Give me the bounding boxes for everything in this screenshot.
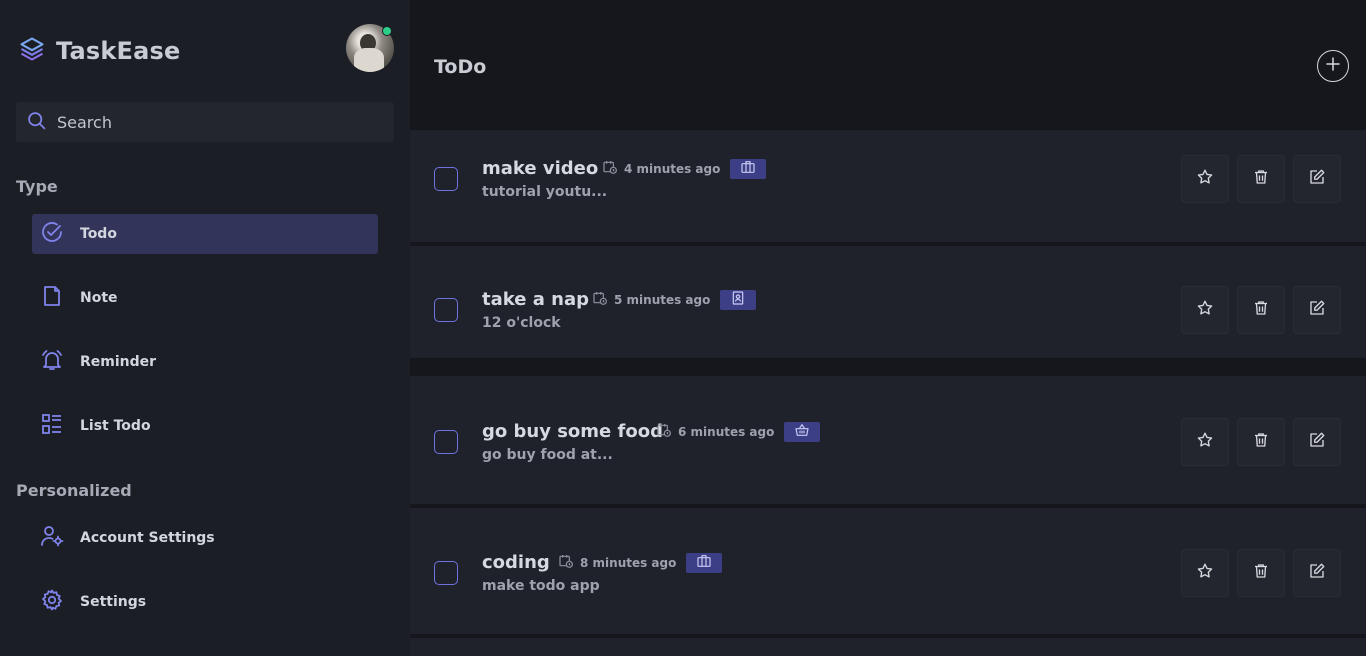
todo-item[interactable]: go buy some food 6 minutes ago go buy fo… bbox=[410, 376, 1366, 506]
todo-item[interactable]: make video 4 minutes ago tutorial youtu.… bbox=[410, 130, 1366, 244]
favorite-button[interactable] bbox=[1181, 286, 1229, 334]
calendar-clock-icon bbox=[602, 159, 618, 179]
todo-item[interactable]: take a nap 5 minutes ago 12 o'clock bbox=[410, 246, 1366, 360]
sidebar-item-todo[interactable]: Todo bbox=[32, 214, 378, 254]
todo-time: 6 minutes ago bbox=[678, 425, 775, 439]
todo-checkbox[interactable] bbox=[434, 430, 458, 454]
sidebar-item-label: Reminder bbox=[80, 354, 157, 370]
briefcase-icon bbox=[696, 553, 712, 573]
briefcase-icon bbox=[740, 159, 756, 179]
todo-description: tutorial youtu... bbox=[482, 184, 608, 200]
stack-layers-icon bbox=[18, 35, 46, 67]
sidebar-item-label: Settings bbox=[80, 594, 147, 610]
todo-checkbox[interactable] bbox=[434, 298, 458, 322]
plus-icon bbox=[1324, 55, 1342, 77]
todo-tag bbox=[730, 159, 767, 179]
todo-tag bbox=[784, 422, 821, 442]
sidebar-item-note[interactable]: Note bbox=[32, 278, 378, 318]
edit-button[interactable] bbox=[1293, 155, 1341, 203]
contact-book-icon bbox=[730, 290, 746, 310]
sidebar: TaskEase Type Todo bbox=[0, 0, 410, 656]
check-circle-icon bbox=[40, 220, 64, 248]
todo-title: take a nap bbox=[482, 289, 589, 310]
app-root: TaskEase Type Todo bbox=[0, 0, 1366, 656]
todo-title: go buy some food bbox=[482, 421, 663, 442]
note-icon bbox=[40, 284, 64, 312]
gear-icon bbox=[40, 588, 64, 616]
section-title-personalized: Personalized bbox=[16, 481, 132, 500]
page-title: ToDo bbox=[434, 56, 487, 78]
delete-button[interactable] bbox=[1237, 549, 1285, 597]
search-input[interactable] bbox=[57, 112, 357, 132]
todo-item-partial bbox=[410, 638, 1366, 656]
sidebar-item-label: List Todo bbox=[80, 418, 151, 434]
delete-button[interactable] bbox=[1237, 155, 1285, 203]
sidebar-item-account-settings[interactable]: Account Settings bbox=[32, 518, 378, 558]
todo-meta: 4 minutes ago bbox=[602, 159, 767, 179]
edit-button[interactable] bbox=[1293, 286, 1341, 334]
todo-item[interactable]: coding 8 minutes ago make todo app bbox=[410, 508, 1366, 636]
header: ToDo bbox=[410, 0, 1366, 130]
sidebar-item-settings[interactable]: Settings bbox=[32, 582, 378, 622]
todo-meta: 5 minutes ago bbox=[592, 290, 757, 310]
bell-icon bbox=[40, 348, 64, 376]
favorite-button[interactable] bbox=[1181, 155, 1229, 203]
list-icon bbox=[40, 412, 64, 440]
add-todo-button[interactable] bbox=[1317, 50, 1349, 82]
star-icon bbox=[1196, 168, 1214, 190]
todo-description: go buy food at... bbox=[482, 447, 613, 463]
star-icon bbox=[1196, 299, 1214, 321]
sidebar-item-list-todo[interactable]: List Todo bbox=[32, 406, 378, 446]
main-panel: ToDo make video 4 minutes ago tutorial y… bbox=[410, 0, 1366, 656]
todo-meta: 6 minutes ago bbox=[656, 422, 821, 442]
todo-description: make todo app bbox=[482, 578, 600, 594]
sidebar-item-label: Account Settings bbox=[80, 530, 215, 546]
favorite-button[interactable] bbox=[1181, 418, 1229, 466]
star-icon bbox=[1196, 562, 1214, 584]
trash-icon bbox=[1252, 431, 1270, 453]
sidebar-item-label: Todo bbox=[80, 226, 117, 242]
delete-button[interactable] bbox=[1237, 418, 1285, 466]
calendar-clock-icon bbox=[656, 422, 672, 442]
todo-time: 4 minutes ago bbox=[624, 162, 721, 176]
todo-title: make video bbox=[482, 158, 599, 179]
edit-icon bbox=[1308, 299, 1326, 321]
user-gear-icon bbox=[40, 524, 64, 552]
trash-icon bbox=[1252, 299, 1270, 321]
todo-checkbox[interactable] bbox=[434, 561, 458, 585]
basket-icon bbox=[794, 422, 810, 442]
calendar-clock-icon bbox=[558, 553, 574, 573]
todo-time: 5 minutes ago bbox=[614, 293, 711, 307]
star-icon bbox=[1196, 431, 1214, 453]
edit-button[interactable] bbox=[1293, 418, 1341, 466]
todo-tag bbox=[686, 553, 723, 573]
edit-icon bbox=[1308, 431, 1326, 453]
todo-description: 12 o'clock bbox=[482, 315, 561, 331]
section-title-type: Type bbox=[16, 177, 58, 196]
trash-icon bbox=[1252, 168, 1270, 190]
brand[interactable]: TaskEase bbox=[18, 35, 180, 67]
todo-checkbox[interactable] bbox=[434, 167, 458, 191]
edit-button[interactable] bbox=[1293, 549, 1341, 597]
todo-meta: 8 minutes ago bbox=[558, 553, 723, 573]
edit-icon bbox=[1308, 562, 1326, 584]
search-icon bbox=[26, 110, 47, 135]
sidebar-item-label: Note bbox=[80, 290, 118, 306]
delete-button[interactable] bbox=[1237, 286, 1285, 334]
calendar-clock-icon bbox=[592, 290, 608, 310]
trash-icon bbox=[1252, 562, 1270, 584]
edit-icon bbox=[1308, 168, 1326, 190]
sidebar-item-reminder[interactable]: Reminder bbox=[32, 342, 378, 382]
search-box bbox=[16, 102, 394, 142]
app-name: TaskEase bbox=[56, 37, 181, 65]
todo-tag bbox=[720, 290, 757, 310]
online-status-dot bbox=[382, 26, 392, 36]
todo-time: 8 minutes ago bbox=[580, 556, 677, 570]
todo-title: coding bbox=[482, 552, 550, 573]
favorite-button[interactable] bbox=[1181, 549, 1229, 597]
